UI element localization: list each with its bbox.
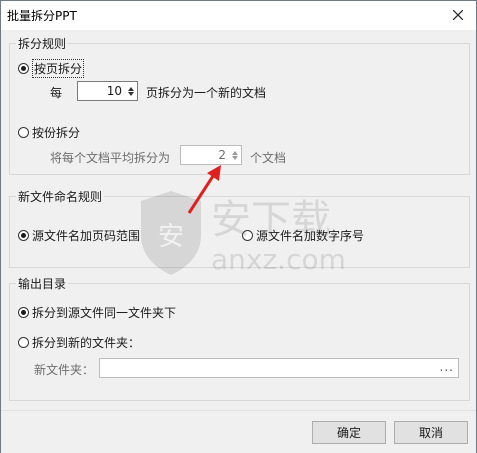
down-arrow-icon <box>232 155 238 160</box>
output-new-folder-label: 拆分到新的文件夹： <box>32 336 141 350</box>
output-directory-group: 输出目录 拆分到源文件同一文件夹下 拆分到新的文件夹： 新文件夹： ... <box>9 275 470 401</box>
cancel-button[interactable]: 取消 <box>394 421 468 444</box>
split-rules-group: 拆分规则 按页拆分 每 10 页拆分为一个新的文档 按份拆分 将每个文档平均拆分… <box>9 35 470 175</box>
stepper-arrows[interactable] <box>229 150 241 160</box>
stepper-arrows[interactable] <box>125 86 137 96</box>
output-same-folder-label: 拆分到源文件同一文件夹下 <box>32 306 177 320</box>
naming-rules-group: 新文件命名规则 源文件名加页码范围 源文件名加数字序号 <box>9 188 470 268</box>
radio-indicator <box>18 230 29 241</box>
dialog-footer: 确定 取消 <box>1 410 476 453</box>
window-title: 批量拆分PPT <box>7 9 77 23</box>
output-same-folder-radio[interactable]: 拆分到源文件同一文件夹下 <box>18 304 176 321</box>
split-ppt-dialog: 批量拆分PPT 拆分规则 按页拆分 每 10 页拆分为一个新的文档 按份拆分 将… <box>0 0 477 453</box>
copies-suffix-label: 个文档 <box>250 151 287 165</box>
radio-indicator <box>18 307 29 318</box>
split-rules-legend: 拆分规则 <box>16 35 69 52</box>
close-button[interactable] <box>442 1 474 29</box>
pages-per-file-value: 10 <box>106 84 122 98</box>
ok-button[interactable]: 确定 <box>312 421 386 444</box>
browse-folder-button[interactable]: ... <box>440 360 454 374</box>
naming-rules-legend: 新文件命名规则 <box>16 188 105 205</box>
close-icon <box>453 10 463 20</box>
radio-indicator <box>18 63 29 74</box>
up-arrow-icon <box>128 86 134 91</box>
output-directory-legend: 输出目录 <box>16 275 69 292</box>
per-suffix-label: 页拆分为一个新的文档 <box>146 86 267 100</box>
name-page-range-radio[interactable]: 源文件名加页码范围 <box>18 227 140 244</box>
name-number-suffix-label: 源文件名加数字序号 <box>256 229 365 243</box>
title-bar: 批量拆分PPT <box>1 1 476 30</box>
annotation-arrow-icon <box>187 165 221 214</box>
per-prefix-label: 每 <box>50 86 63 100</box>
radio-indicator <box>242 230 253 241</box>
split-by-page-radio[interactable]: 按页拆分 <box>18 59 85 78</box>
pages-per-file-stepper[interactable]: 10 <box>77 81 138 101</box>
radio-indicator <box>18 337 29 348</box>
name-number-suffix-radio[interactable]: 源文件名加数字序号 <box>242 227 364 244</box>
down-arrow-icon <box>128 91 134 96</box>
copies-count-value: 2 <box>218 148 226 162</box>
new-folder-path-input[interactable]: ... <box>99 358 459 378</box>
radio-indicator <box>18 127 29 138</box>
up-arrow-icon <box>232 150 238 155</box>
output-new-folder-radio[interactable]: 拆分到新的文件夹： <box>18 334 140 351</box>
split-by-page-label: 按页拆分 <box>32 59 85 78</box>
split-by-copies-radio[interactable]: 按份拆分 <box>18 124 80 141</box>
name-page-range-label: 源文件名加页码范围 <box>32 229 141 243</box>
split-by-copies-label: 按份拆分 <box>32 126 81 140</box>
new-folder-label: 新文件夹： <box>34 363 95 377</box>
copies-prefix-label: 将每个文档平均拆分为 <box>50 151 171 165</box>
